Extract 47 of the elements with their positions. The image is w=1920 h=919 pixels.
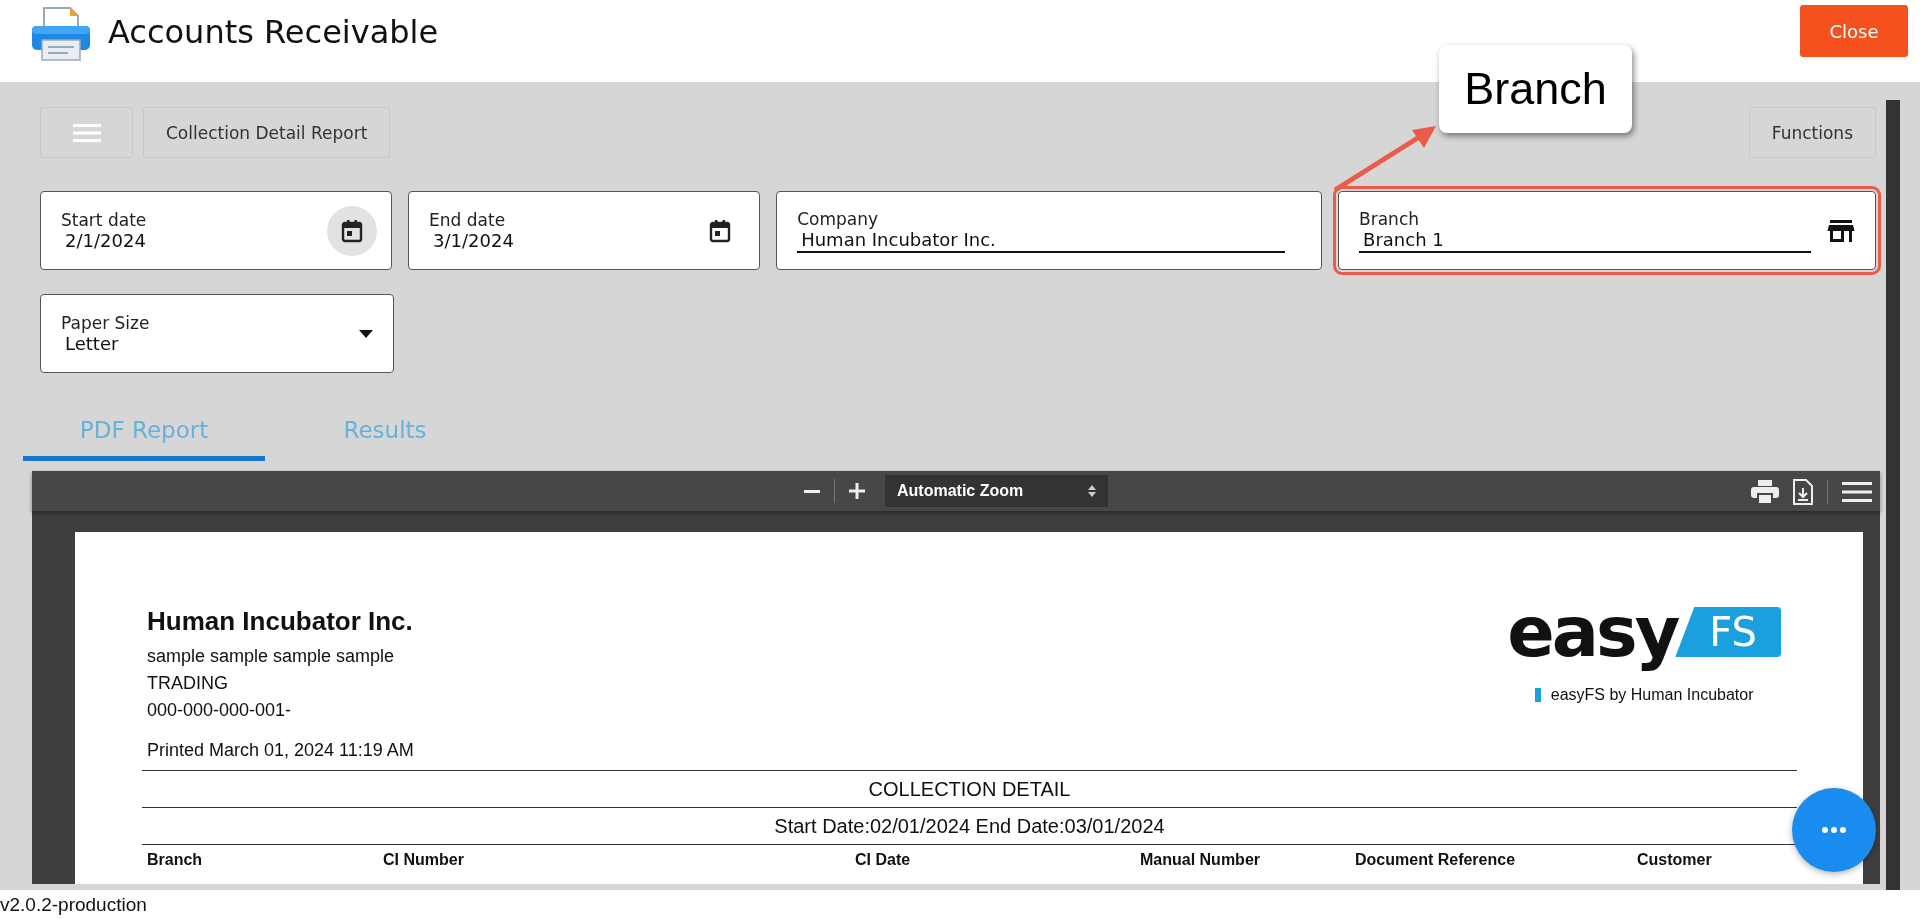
field-label: Branch [1359,208,1420,229]
field-label: Company [797,208,880,229]
field-value: 2/1/2024 [64,230,147,251]
field-value: 3/1/2024 [432,230,515,251]
report-title-button[interactable]: Collection Detail Report [143,107,391,158]
callout-label: Branch [1439,45,1632,133]
store-icon[interactable] [1827,218,1855,243]
field-value: Human Incubator Inc. [797,228,1286,253]
company-detail: TRADING [147,672,229,695]
scrollbar[interactable] [1886,100,1900,890]
company-detail: 000-000-000-001- [147,699,293,722]
printer-icon [30,6,92,62]
menu-icon [72,122,101,143]
date-field[interactable]: End date 3/1/2024 [408,191,761,270]
report-title: COLLECTION DETAIL [867,777,1072,802]
menu-icon[interactable] [1842,481,1872,503]
logo-tagline: easyFS by Human Incubator [1550,686,1754,704]
caret-icon[interactable] [359,329,373,338]
field-label: End date [429,210,507,230]
zoom-select[interactable]: Automatic Zoom [885,475,1108,507]
printed-date: Printed March 01, 2024 11:19 AM [147,739,414,762]
column-header: Branch [147,851,204,869]
download-icon[interactable] [1793,479,1813,505]
company-detail: sample sample sample sample [147,645,396,668]
functions-button[interactable]: Functions [1748,107,1876,158]
zoom-in-icon[interactable] [849,483,865,499]
column-header: Customer [1637,851,1713,869]
field-label: Start date [61,210,148,230]
more-icon [1822,827,1846,833]
field-value: Branch 1 [1359,228,1811,253]
column-header: Manual Number [1140,851,1261,869]
logo-mark [1534,688,1541,702]
app-title: Accounts Receivable [108,13,440,51]
date-range: Start Date:02/01/2024 End Date:03/01/2024 [773,814,1166,839]
column-header: CI Date [855,851,912,869]
dropdown-field[interactable]: Paper Size Letter [40,294,394,373]
text-field[interactable]: Company Human Incubator Inc. [776,191,1323,270]
zoom-out-icon[interactable] [804,489,820,493]
company-name: Human Incubator Inc. [147,606,414,637]
updown-icon [1088,485,1096,497]
column-header: Document Reference [1355,851,1517,869]
date-field[interactable]: Start date 2/1/2024 [40,191,393,270]
print-icon[interactable] [1751,480,1779,504]
version-label: v2.0.2-production [0,893,147,916]
field-label: Paper Size [61,313,151,333]
field-value: Letter [64,333,120,354]
column-header: CI Number [383,851,465,869]
